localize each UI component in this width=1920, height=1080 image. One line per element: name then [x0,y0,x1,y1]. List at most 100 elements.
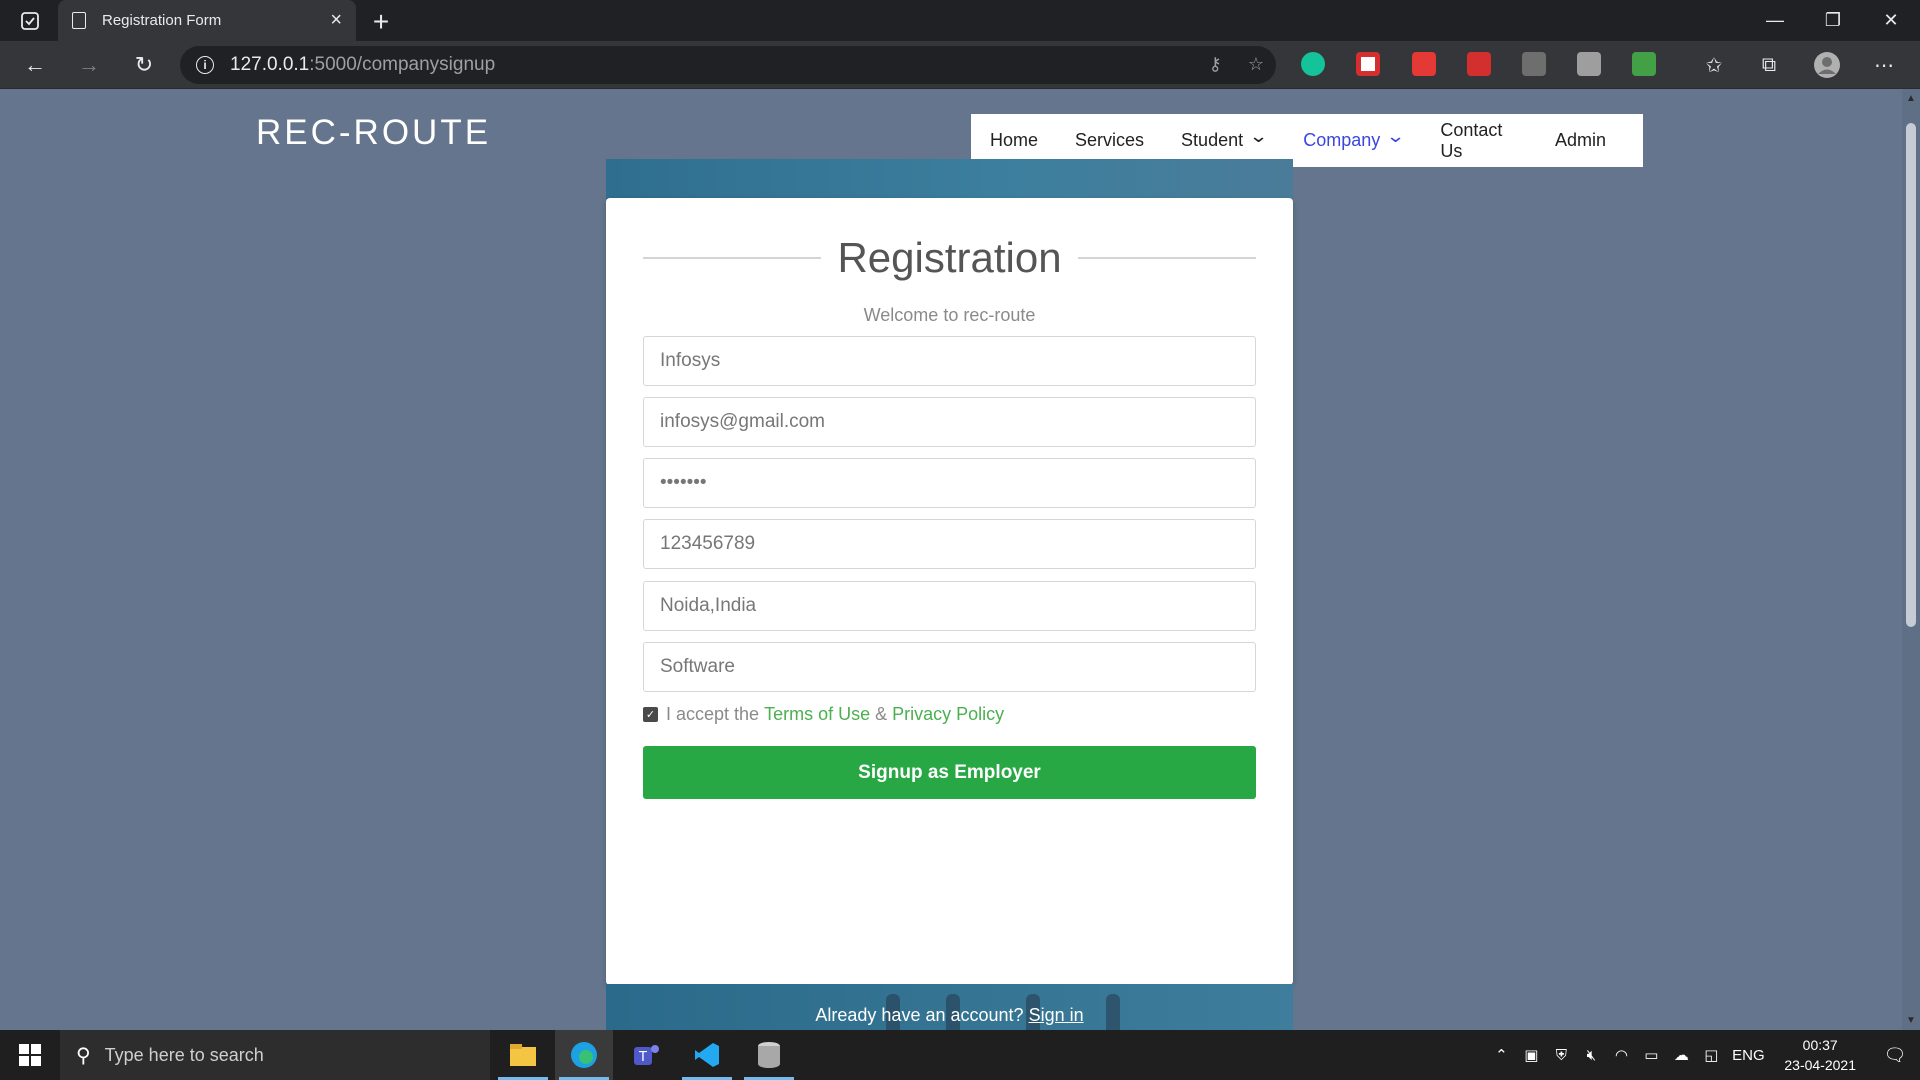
terms-row: ✓ I accept the Terms of Use & Privacy Po… [643,704,1004,725]
scroll-thumb[interactable] [1906,123,1916,627]
clock[interactable]: 00:37 23-04-2021 [1784,1035,1856,1075]
new-tab-icon[interactable]: + [366,6,396,38]
svg-text:T: T [638,1050,647,1065]
url-path: :5000/companysignup [309,54,496,75]
nav-item-label: Company [1303,130,1381,150]
password-field[interactable] [643,458,1256,508]
nav-item-home[interactable]: Home [990,130,1038,151]
edge-browser-icon[interactable] [555,1030,613,1080]
signin-link[interactable]: Sign in [1029,1005,1084,1025]
wifi-icon[interactable]: ◠ [1606,1046,1636,1064]
chevron-down-icon: ⌄ [1385,126,1406,146]
close-tab-icon[interactable]: × [330,9,342,32]
tab-title: Registration Form [102,12,222,29]
scroll-down-icon[interactable]: ▼ [1906,1015,1916,1026]
battery-icon[interactable]: ▭ [1636,1046,1666,1064]
scroll-up-icon[interactable]: ▲ [1906,93,1916,104]
grammarly-icon[interactable] [1301,52,1325,76]
page-icon [72,12,86,29]
key-icon[interactable]: ⚷ [1209,54,1222,75]
security-icon[interactable]: ⛨ [1546,1047,1576,1064]
nav-item-company[interactable]: Company ⌄ [1303,126,1405,151]
nav-item-label: Student [1181,130,1244,150]
window-controls: — ❐ ✕ [1746,0,1920,41]
chevron-down-icon: ⌄ [1248,126,1269,146]
divider [643,257,822,259]
email-field[interactable] [643,397,1256,447]
browser-toolbar: ← → ↻ i 127.0.0.1:5000/companysignup ⚷ ☆… [0,41,1920,89]
privacy-link[interactable]: Privacy Policy [892,704,1004,725]
meet-now-icon[interactable]: ▣ [1516,1046,1546,1064]
windows-icon [19,1044,41,1066]
company-name-field[interactable] [643,336,1256,386]
screenshot-extension-icon[interactable] [1522,52,1546,76]
add-favorite-icon[interactable]: ☆ [1248,54,1264,75]
notifications-icon[interactable]: 🗨︎ [1870,1045,1920,1066]
nav-item-label: Home [990,130,1039,150]
search-icon: ⚲ [76,1044,91,1067]
file-explorer-icon[interactable] [494,1030,552,1080]
web-page: REC-ROUTE Home Services Student ⌄ Company ⌄ Co… [0,89,1902,1030]
already-text: Already have an account? [815,1005,1024,1025]
onedrive-icon[interactable]: ☁ [1666,1046,1696,1064]
teams-icon[interactable]: T [617,1030,675,1080]
collections-icon[interactable]: ⧉ [1755,51,1783,79]
system-tray: ⌃ ▣ ⛨ 🔇︎ ◠ ▭ ☁ ◱ ENG 00:37 23-04-2021 🗨︎ [1486,1030,1920,1080]
subtitle: Welcome to rec-route [863,305,1036,325]
os-taskbar: ⚲ Type here to search T ⌃ ▣ ⛨ 🔇︎ ◠ ▭ ☁ ◱… [0,1030,1920,1080]
terms-link[interactable]: Terms of Use [764,704,870,725]
nav-item-contact-us[interactable]: Contact Us [1440,120,1518,162]
registration-card: Registration Welcome to rec-route ✓ I ac… [606,198,1293,985]
location-field[interactable] [643,581,1256,631]
signup-button[interactable]: Signup as Employer [643,746,1256,799]
address-bar[interactable]: i 127.0.0.1:5000/companysignup ⚷ ☆ [180,46,1276,84]
refresh-icon[interactable]: ↻ [127,49,161,81]
nav-item-admin[interactable]: Admin [1555,130,1606,151]
more-menu-icon[interactable]: ⋯ [1870,51,1898,79]
tablet-mode-icon[interactable]: ◱ [1696,1046,1726,1064]
vscode-icon[interactable] [678,1030,736,1080]
hero-background [606,159,1293,199]
clock-date: 23-04-2021 [1784,1057,1856,1073]
industry-field[interactable] [643,642,1256,692]
nav-item-label: Admin [1554,130,1606,150]
pdf-extension-icon[interactable] [1467,52,1491,76]
pocket-icon[interactable] [1356,52,1380,76]
tab-actions-icon[interactable] [14,10,46,32]
database-icon[interactable] [740,1030,798,1080]
url-text: 127.0.0.1:5000/companysignup [230,54,495,76]
start-button[interactable] [0,1030,60,1080]
forward-icon[interactable]: → [72,49,106,81]
browser-tab[interactable]: Registration Form × [58,0,356,41]
clipboard-extension-icon[interactable] [1577,52,1601,76]
heading-row: Registration [643,234,1257,282]
restore-icon[interactable]: ❐ [1804,0,1862,41]
page-scrollbar[interactable]: ▲ ▼ [1902,89,1920,1030]
chevron-up-icon[interactable]: ⌃ [1486,1046,1516,1064]
search-placeholder: Type here to search [104,1044,264,1065]
nav-item-student[interactable]: Student ⌄ [1181,126,1268,151]
url-host: 127.0.0.1 [230,54,310,75]
clock-time: 00:37 [1802,1037,1838,1053]
site-brand[interactable]: REC-ROUTE [256,113,491,153]
info-icon[interactable]: i [196,56,214,74]
minimize-icon[interactable]: — [1746,0,1804,41]
divider [1077,257,1257,259]
mail-extension-icon[interactable] [1632,52,1656,76]
terms-prefix: I accept the [666,704,760,724]
terms-amp: & [875,704,888,724]
extension-badge-icon[interactable] [1412,52,1436,76]
favorites-icon[interactable]: ✩ [1700,51,1728,79]
terms-checkbox[interactable]: ✓ [643,707,658,722]
browser-tab-bar: Registration Form × + — ❐ ✕ [0,0,1920,41]
back-icon[interactable]: ← [18,49,52,81]
profile-avatar[interactable] [1813,51,1841,79]
phone-field[interactable] [643,519,1256,569]
nav-item-label: Contact Us [1440,119,1503,161]
signin-prompt: Already have an account? Sign in [606,1005,1293,1026]
mute-icon[interactable]: 🔇︎ [1576,1047,1606,1064]
language-indicator[interactable]: ENG [1726,1047,1770,1064]
nav-item-services[interactable]: Services [1075,130,1144,151]
taskbar-search[interactable]: ⚲ Type here to search [60,1030,490,1080]
close-window-icon[interactable]: ✕ [1862,0,1920,41]
